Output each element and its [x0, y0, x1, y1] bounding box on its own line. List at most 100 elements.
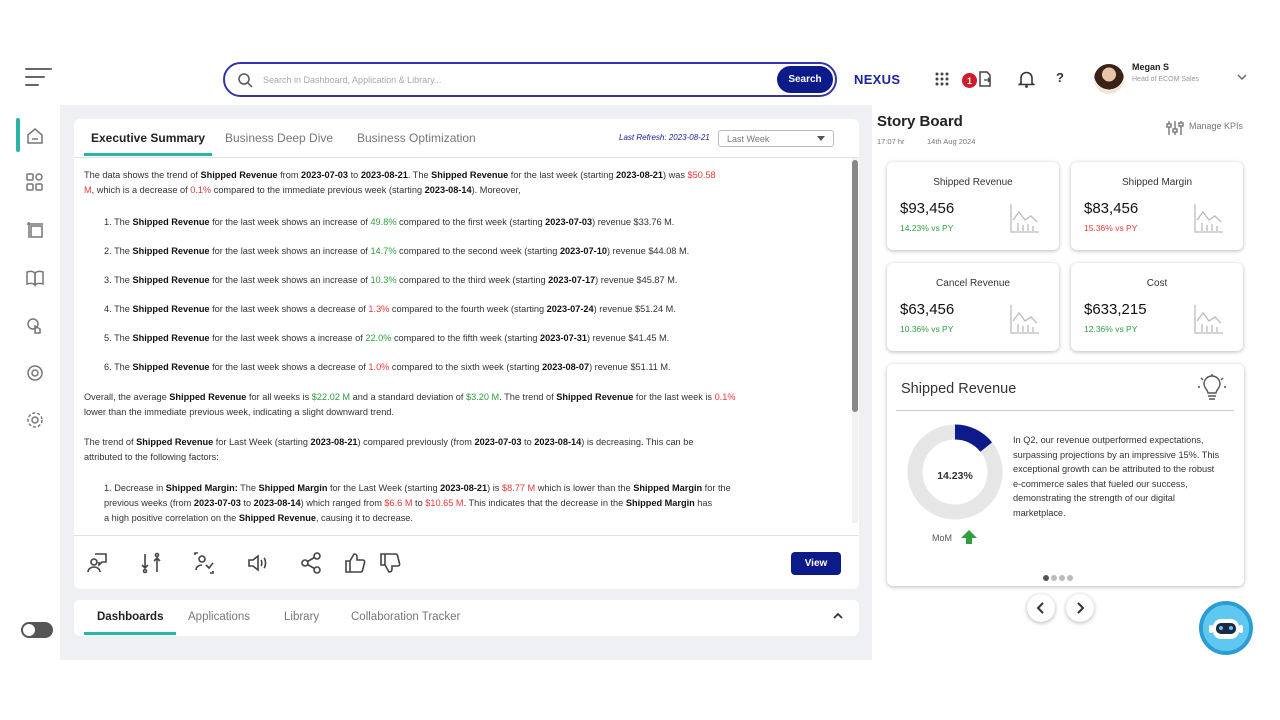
carousel-dot[interactable]	[1051, 575, 1057, 581]
active-tab-underline	[84, 153, 212, 156]
kpi-change: 10.36% vs PY	[900, 324, 954, 334]
storyboard-title: Story Board	[877, 113, 963, 130]
notification-count-badge: 1	[962, 73, 977, 88]
summary-week-item: 4. The Shipped Revenue for the last week…	[104, 304, 676, 314]
kpi-change: 14.23% vs PY	[900, 223, 954, 233]
theme-toggle[interactable]	[21, 622, 53, 638]
carousel-dot[interactable]	[1043, 575, 1049, 581]
last-refresh-label: Last Refresh: 2023-08-21	[619, 133, 710, 142]
chevron-left-icon	[1036, 602, 1044, 614]
thumbs-up-icon[interactable]	[343, 551, 367, 575]
carousel-next-button[interactable]	[1066, 594, 1094, 622]
kpi-value: $83,456	[1084, 200, 1139, 217]
view-button[interactable]: View	[791, 552, 841, 575]
summary-week-item: 2. The Shipped Revenue for the last week…	[104, 246, 690, 256]
tab-collaboration-tracker[interactable]: Collaboration Tracker	[351, 611, 460, 623]
search-input[interactable]	[263, 70, 763, 90]
summary-week-item: 5. The Shipped Revenue for the last week…	[104, 333, 670, 343]
caret-down-icon	[817, 136, 825, 141]
period-select-value: Last Week	[727, 134, 770, 144]
storyboard-date: 14th Aug 2024	[927, 137, 976, 146]
arrow-up-icon	[961, 530, 977, 544]
tab-business-optimization[interactable]: Business Optimization	[357, 131, 476, 145]
apps-grid-icon[interactable]	[934, 71, 950, 87]
summary-trend-line-2: attributed to the following factors:	[84, 452, 219, 462]
user-avatar[interactable]	[1094, 64, 1124, 94]
brand-logo: NEXUS	[854, 72, 901, 87]
dashboard-grid-icon[interactable]	[25, 172, 45, 192]
application-icon[interactable]	[25, 220, 45, 240]
user-name: Megan S	[1132, 62, 1170, 72]
summary-week-item: 6. The Shipped Revenue for the last week…	[104, 362, 671, 372]
kpi-title: Shipped Revenue	[933, 177, 1013, 188]
kpi-title: Cancel Revenue	[936, 278, 1010, 289]
user-role: Head of ECOM Sales	[1132, 76, 1199, 83]
sliders-icon[interactable]	[1166, 120, 1184, 136]
scrollbar-thumb[interactable]	[852, 160, 858, 412]
carousel-dot[interactable]	[1067, 575, 1073, 581]
chevron-up-icon[interactable]	[832, 612, 844, 620]
speaker-icon[interactable]	[246, 551, 270, 575]
carousel-prev-button[interactable]	[1027, 594, 1055, 622]
search-bar: Search	[223, 62, 837, 97]
bell-icon[interactable]	[1018, 70, 1035, 88]
tab-applications[interactable]: Applications	[188, 611, 250, 623]
manage-kpis-link[interactable]: Manage KPIs	[1189, 121, 1243, 131]
divider	[74, 157, 859, 158]
summary-overall-line-1: Overall, the average Shipped Revenue for…	[84, 392, 736, 402]
storyboard-time: 17:07 hr	[877, 137, 905, 146]
target-icon[interactable]	[25, 363, 45, 383]
summary-intro-line-2: M, which is a decrease of 0.1% compared …	[84, 185, 521, 195]
tab-business-deep-dive[interactable]: Business Deep Dive	[225, 131, 333, 145]
carousel-dots[interactable]	[1043, 568, 1075, 586]
chevron-right-icon	[1077, 602, 1085, 614]
library-book-icon[interactable]	[25, 268, 45, 288]
divider	[896, 410, 1234, 411]
kpi-card-cost[interactable]: Cost $633,215 12.36% vs PY	[1071, 263, 1243, 351]
document-transfer-icon[interactable]	[977, 71, 993, 87]
kpi-value: $633,215	[1084, 301, 1147, 318]
compare-arrows-icon[interactable]	[139, 551, 163, 575]
mini-chart-icon	[1194, 305, 1223, 334]
settings-gear-icon[interactable]	[25, 410, 45, 430]
hamburger-menu-icon[interactable]	[25, 68, 52, 88]
summary-factor-line-1: 1. Decrease in Shipped Margin: The Shipp…	[104, 483, 731, 493]
feedback-chat-icon[interactable]	[85, 551, 109, 575]
tab-library[interactable]: Library	[284, 611, 319, 623]
share-icon[interactable]	[299, 551, 323, 575]
kpi-change: 12.36% vs PY	[1084, 324, 1138, 334]
kpi-change: 15.36% vs PY	[1084, 223, 1138, 233]
carousel-dot[interactable]	[1059, 575, 1065, 581]
mom-label: MoM	[932, 533, 952, 543]
search-icon	[238, 73, 253, 88]
summary-factor-line-3: a high positive correlation on the Shipp…	[104, 513, 413, 523]
tab-dashboards[interactable]: Dashboards	[97, 611, 163, 623]
search-button[interactable]: Search	[777, 66, 833, 93]
mini-chart-icon	[1010, 204, 1039, 233]
donut-value-label: 14.23%	[937, 470, 973, 482]
kpi-card-shipped-revenue[interactable]: Shipped Revenue $93,456 14.23% vs PY	[887, 162, 1059, 250]
thumbs-down-icon[interactable]	[378, 551, 402, 575]
chatbot-button[interactable]	[1199, 601, 1253, 655]
summary-week-item: 1. The Shipped Revenue for the last week…	[104, 217, 675, 227]
lightbulb-icon[interactable]	[1198, 374, 1226, 402]
tab-executive-summary[interactable]: Executive Summary	[91, 131, 205, 145]
kpi-card-shipped-margin[interactable]: Shipped Margin $83,456 15.36% vs PY	[1071, 162, 1243, 250]
active-tab-underline	[84, 632, 176, 635]
robot-icon	[1209, 619, 1243, 639]
help-icon[interactable]: ?	[1056, 70, 1064, 85]
kpi-card-cancel-revenue[interactable]: Cancel Revenue $63,456 10.36% vs PY	[887, 263, 1059, 351]
period-select[interactable]: Last Week	[718, 130, 834, 147]
collaboration-icon[interactable]	[25, 316, 45, 336]
summary-intro-line-1: The data shows the trend of Shipped Reve…	[84, 170, 716, 180]
kpi-title: Cost	[1146, 278, 1168, 289]
insight-title: Shipped Revenue	[901, 381, 1017, 397]
summary-factor-line-2: previous weeks (from 2023-07-03 to 2023-…	[104, 498, 713, 508]
home-icon[interactable]	[25, 126, 45, 146]
sidebar-active-indicator	[16, 118, 20, 152]
app-root: Search NEXUS 1 ? Megan S Head of ECOM Sa…	[0, 0, 1280, 720]
chevron-down-icon[interactable]	[1237, 73, 1247, 81]
insight-text: In Q2, our revenue outperformed expectat…	[1013, 435, 1220, 518]
user-sync-icon[interactable]	[192, 551, 216, 575]
summary-trend-line-1: The trend of Shipped Revenue for Last We…	[84, 437, 694, 447]
